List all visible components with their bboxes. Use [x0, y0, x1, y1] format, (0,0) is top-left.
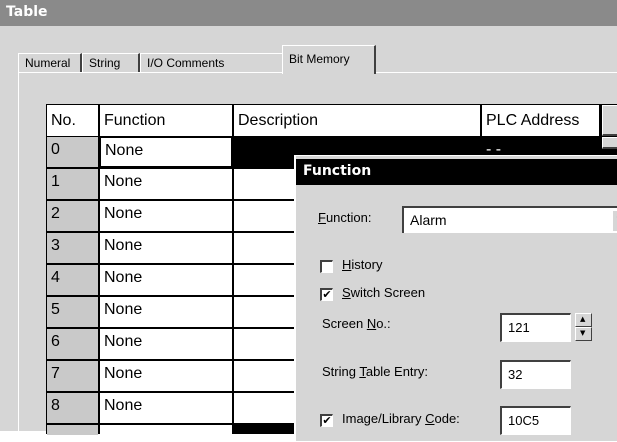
table-row-number	[47, 425, 98, 435]
screen-no-label: Screen No.:	[322, 316, 391, 331]
table-row-number[interactable]: 3	[47, 233, 98, 263]
table-row-number[interactable]: 7	[47, 361, 98, 391]
dialog-title: Function	[303, 163, 372, 179]
table-row-number[interactable]: 5	[47, 297, 98, 327]
string-table-entry-input[interactable]: 32	[500, 360, 571, 389]
column-header-plc-address[interactable]: PLC Address	[482, 105, 599, 136]
function-dropdown[interactable]: Alarm ▼	[402, 206, 617, 233]
table-row-number[interactable]: 1	[47, 169, 98, 199]
tab-io-comments[interactable]: I/O Comments	[140, 53, 294, 73]
tab-string[interactable]: String	[82, 53, 140, 73]
screen-no-input[interactable]: 121	[500, 313, 571, 342]
table-cell-function-active[interactable]: None	[100, 137, 232, 167]
spin-up-button[interactable]: ▲	[575, 313, 592, 327]
table-row-number[interactable]: 4	[47, 265, 98, 295]
function-label: Function:	[318, 210, 372, 225]
dialog-title-bar[interactable]: Function	[296, 159, 617, 185]
triangle-down-icon: ▼	[580, 329, 586, 337]
window-title: Table	[6, 4, 48, 20]
string-table-entry-label: String Table Entry:	[322, 364, 428, 379]
function-label-text: unction:	[325, 210, 372, 225]
scroll-thumb[interactable]	[602, 137, 617, 149]
table-cell-function	[100, 425, 232, 435]
table-cell-function[interactable]: None	[100, 329, 232, 359]
chevron-down-icon[interactable]: ▼	[612, 210, 617, 231]
spin-down-button[interactable]: ▼	[575, 327, 592, 341]
table-cell-function[interactable]: None	[100, 393, 232, 423]
history-checkbox[interactable]	[320, 260, 333, 273]
table-cell-function[interactable]: None	[100, 169, 232, 199]
function-dialog: Function Function: Alarm ▼ History ✔ Swi…	[294, 155, 617, 441]
triangle-up-icon: ▲	[580, 315, 586, 323]
table-cell-function[interactable]: None	[100, 201, 232, 231]
image-library-checkbox[interactable]: ✔	[320, 414, 333, 427]
table-cell-function[interactable]: None	[100, 233, 232, 263]
switch-screen-label: Switch Screen	[342, 285, 426, 300]
table-row-number[interactable]: 6	[47, 329, 98, 359]
table-cell-function[interactable]: None	[100, 265, 232, 295]
column-header-no[interactable]: No.	[47, 105, 98, 136]
tab-numeral[interactable]: Numeral	[18, 53, 82, 73]
table-row-number[interactable]: 2	[47, 201, 98, 231]
table-row-number[interactable]: 0	[47, 137, 98, 167]
history-label: History	[342, 257, 383, 272]
tab-bit-memory[interactable]: Bit Memory	[282, 45, 376, 74]
table-row-number[interactable]: 8	[47, 393, 98, 423]
switch-screen-checkbox[interactable]: ✔	[320, 288, 333, 301]
table-cell-function[interactable]: None	[100, 297, 232, 327]
table-window: Table Numeral String I/O Comments Bit Me…	[0, 0, 617, 442]
column-header-description[interactable]: Description	[234, 105, 480, 136]
table-cell-function[interactable]: None	[100, 361, 232, 391]
column-header-function[interactable]: Function	[100, 105, 232, 136]
scroll-up-button[interactable]	[602, 105, 617, 136]
window-title-bar[interactable]: Table	[0, 0, 617, 26]
image-library-code-label: Image/Library Code:	[342, 411, 460, 426]
checkmark-icon: ✔	[322, 288, 332, 301]
checkmark-icon: ✔	[322, 414, 332, 427]
function-dropdown-value: Alarm	[410, 212, 447, 228]
